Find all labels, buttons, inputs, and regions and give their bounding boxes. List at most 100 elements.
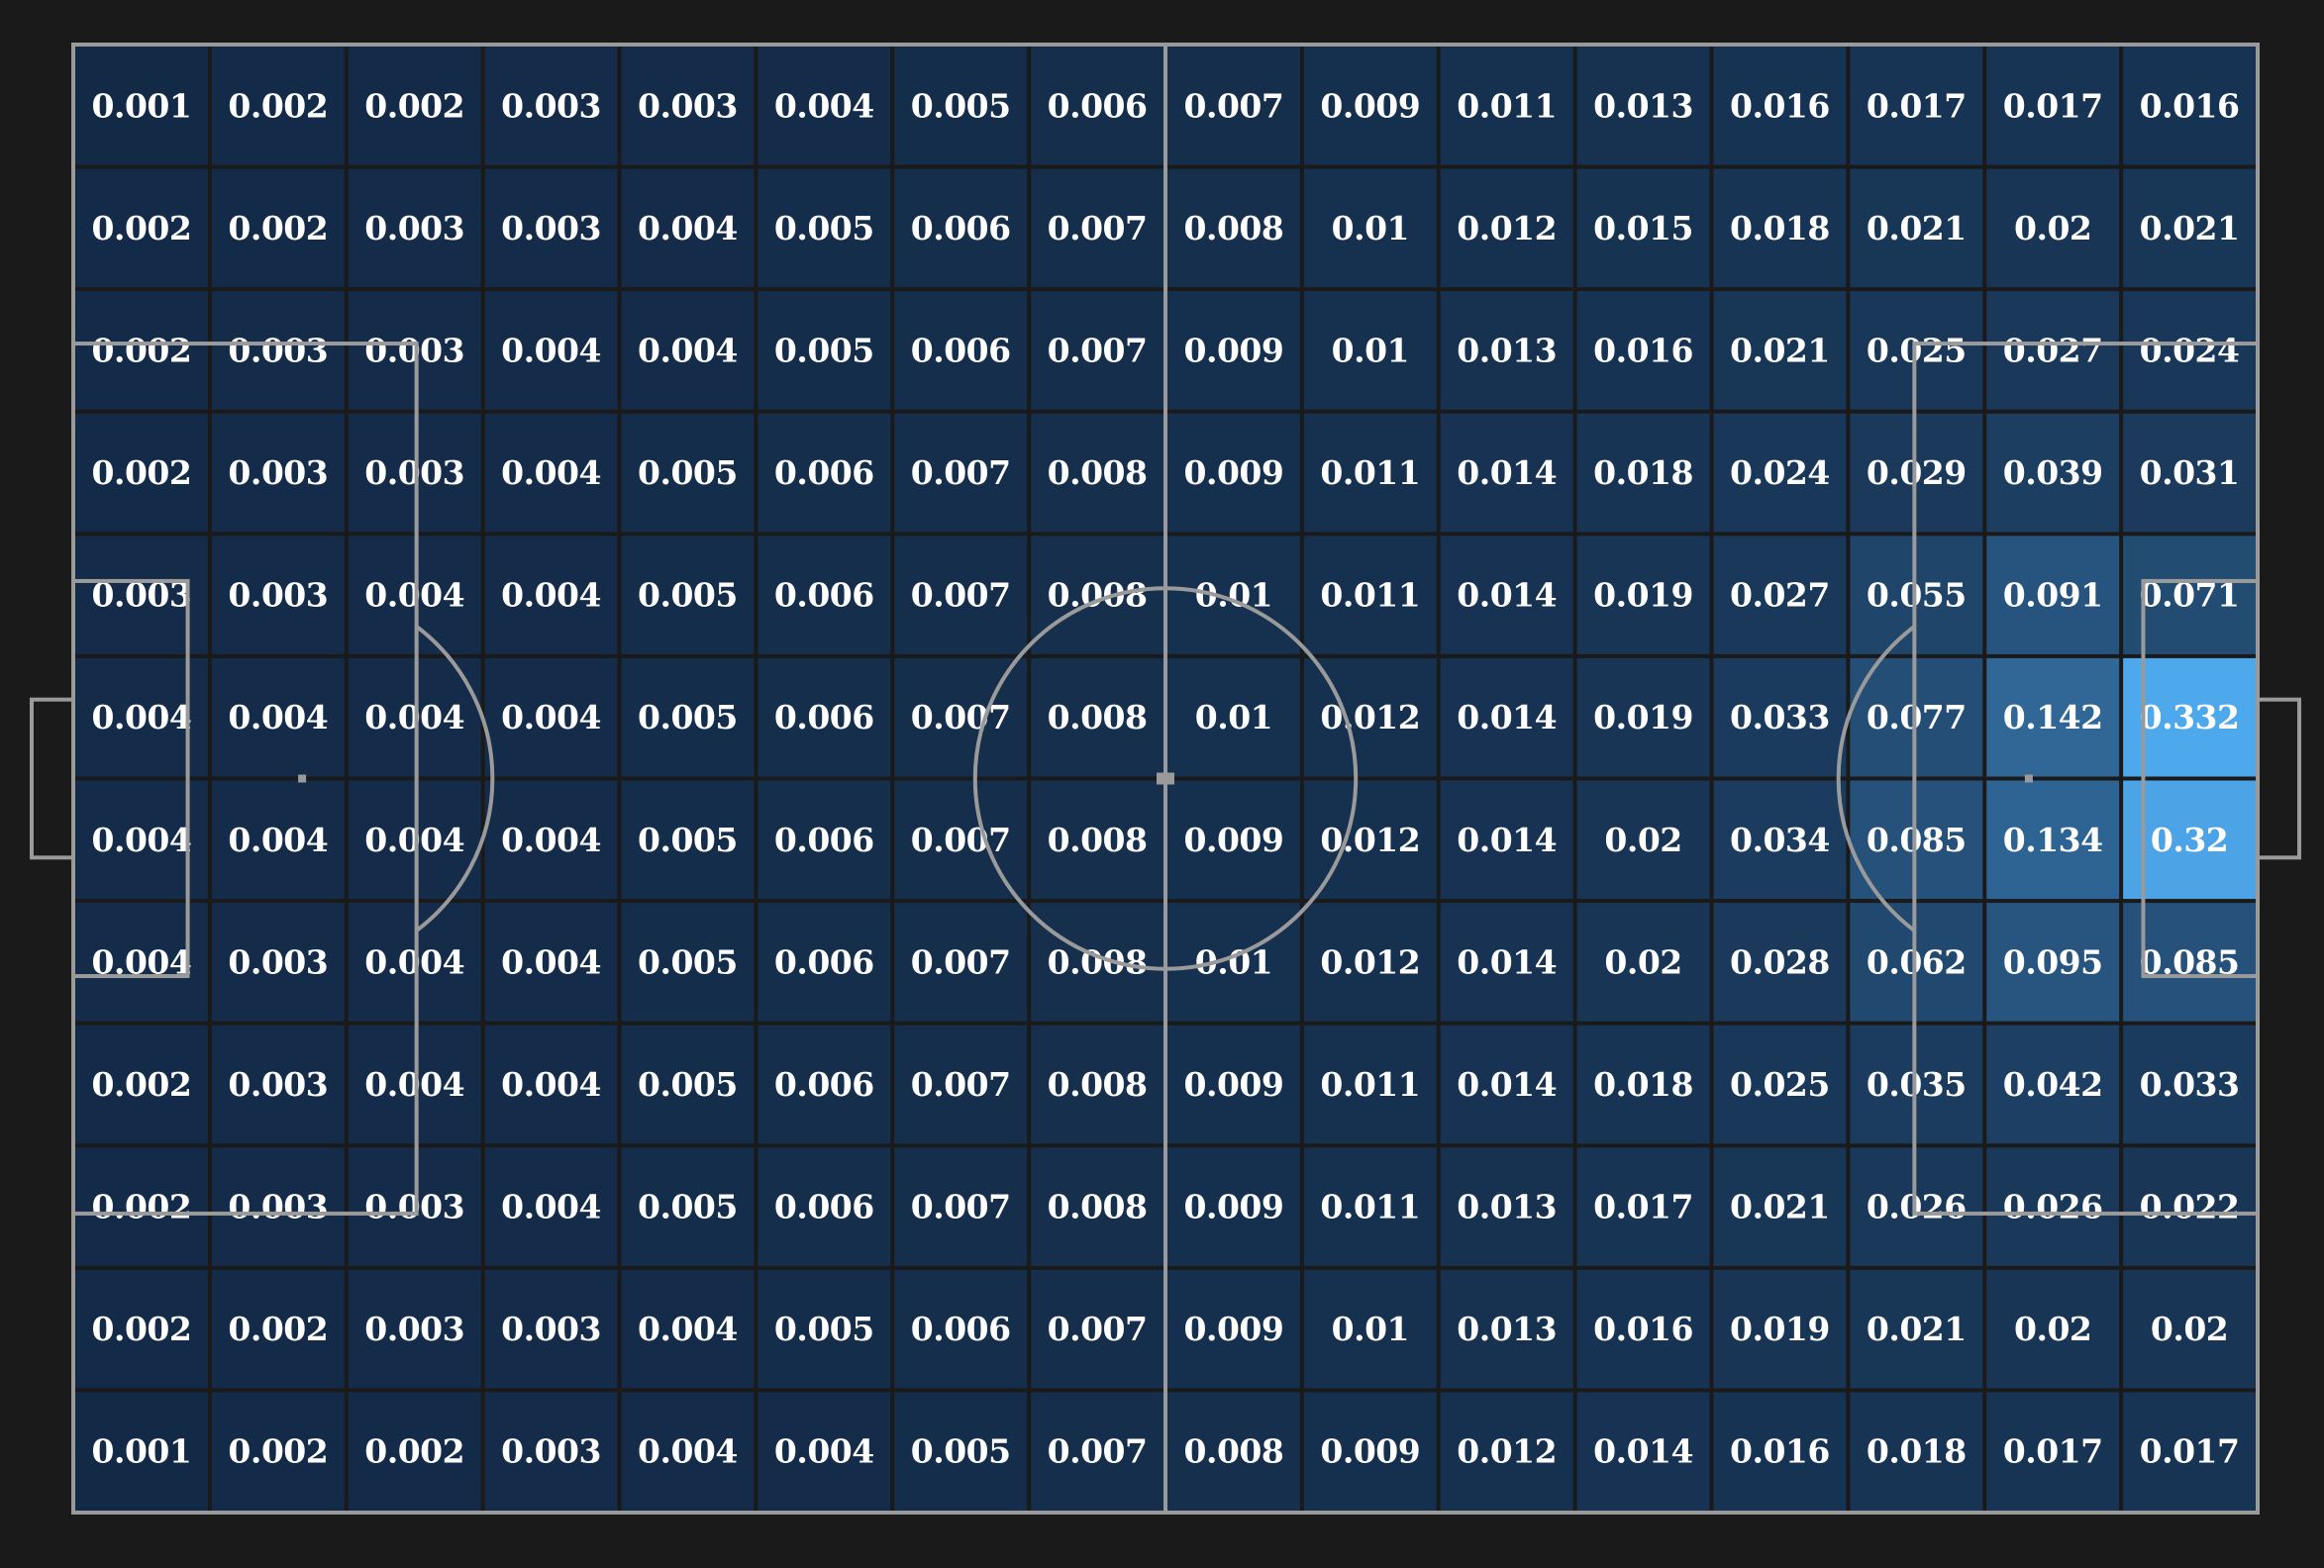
cell-value-label: 0.004 — [774, 86, 874, 125]
cell-value-label: 0.012 — [1457, 1432, 1557, 1471]
cell-value-label: 0.006 — [774, 453, 874, 492]
cell-value-label: 0.006 — [774, 942, 874, 981]
cell-value-label: 0.003 — [501, 1432, 601, 1471]
cell-value-label: 0.033 — [1730, 698, 1830, 736]
cell-value-label: 0.01 — [1332, 331, 1409, 369]
cell-value-label: 0.018 — [1593, 1065, 1693, 1104]
cell-value-label: 0.005 — [911, 1432, 1011, 1471]
cell-value-label: 0.091 — [2003, 576, 2103, 615]
cell-value-label: 0.003 — [228, 942, 328, 981]
cell-value-label: 0.003 — [228, 1188, 328, 1226]
cell-value-label: 0.02 — [2014, 209, 2091, 247]
cell-value-label: 0.004 — [92, 821, 192, 859]
cell-value-label: 0.018 — [1867, 1432, 1967, 1471]
cell-value-label: 0.002 — [228, 1432, 328, 1471]
cell-value-label: 0.003 — [364, 209, 464, 247]
cell-value-label: 0.016 — [2140, 86, 2240, 125]
cell-value-label: 0.013 — [1457, 331, 1557, 369]
cell-value-label: 0.005 — [638, 698, 738, 736]
cell-value-label: 0.32 — [2151, 821, 2228, 859]
cell-value-label: 0.009 — [1320, 86, 1420, 125]
cell-value-label: 0.005 — [638, 453, 738, 492]
cell-value-label: 0.003 — [501, 86, 601, 125]
cell-value-label: 0.003 — [228, 331, 328, 369]
cell-value-label: 0.004 — [501, 821, 601, 859]
cell-value-label: 0.022 — [2140, 1188, 2240, 1226]
cell-value-label: 0.009 — [1184, 1065, 1284, 1104]
cell-value-label: 0.017 — [1867, 86, 1967, 125]
cell-value-label: 0.003 — [228, 453, 328, 492]
cell-value-label: 0.019 — [1593, 576, 1693, 615]
cell-value-label: 0.006 — [774, 698, 874, 736]
cell-value-label: 0.017 — [2140, 1432, 2240, 1471]
cell-value-label: 0.009 — [1184, 331, 1284, 369]
cell-value-label: 0.002 — [92, 331, 192, 369]
cell-value-label: 0.039 — [2003, 453, 2103, 492]
cell-value-label: 0.009 — [1184, 1310, 1284, 1348]
cell-value-label: 0.019 — [1730, 1310, 1830, 1348]
cell-value-label: 0.003 — [228, 576, 328, 615]
cell-value-label: 0.005 — [638, 821, 738, 859]
cell-value-label: 0.017 — [1593, 1188, 1693, 1226]
cell-value-label: 0.005 — [638, 1188, 738, 1226]
cell-value-label: 0.012 — [1320, 698, 1420, 736]
cell-value-label: 0.028 — [1730, 942, 1830, 981]
cell-value-label: 0.002 — [228, 1310, 328, 1348]
cell-value-label: 0.011 — [1320, 576, 1420, 615]
cell-value-label: 0.002 — [92, 1065, 192, 1104]
cell-value-label: 0.012 — [1457, 209, 1557, 247]
cell-value-label: 0.007 — [911, 453, 1011, 492]
cell-value-label: 0.004 — [501, 453, 601, 492]
cell-value-label: 0.008 — [1048, 1188, 1148, 1226]
cell-value-label: 0.002 — [228, 86, 328, 125]
cell-value-label: 0.006 — [911, 331, 1011, 369]
cell-value-label: 0.006 — [774, 1188, 874, 1226]
cell-value-label: 0.02 — [1604, 821, 1681, 859]
cell-value-label: 0.007 — [1048, 1310, 1148, 1348]
cell-value-label: 0.017 — [2003, 1432, 2103, 1471]
cell-value-label: 0.006 — [911, 209, 1011, 247]
cell-value-label: 0.004 — [501, 698, 601, 736]
cell-value-label: 0.002 — [364, 86, 464, 125]
cell-value-label: 0.006 — [1048, 86, 1148, 125]
cell-value-label: 0.005 — [638, 942, 738, 981]
cell-value-label: 0.011 — [1320, 1065, 1420, 1104]
cell-value-label: 0.001 — [92, 1432, 192, 1471]
cell-value-label: 0.007 — [911, 576, 1011, 615]
cell-value-label: 0.014 — [1457, 698, 1557, 736]
cell-value-label: 0.016 — [1593, 1310, 1693, 1348]
cell-value-label: 0.042 — [2003, 1065, 2103, 1104]
cell-value-label: 0.007 — [911, 942, 1011, 981]
cell-value-label: 0.006 — [911, 1310, 1011, 1348]
cell-value-label: 0.02 — [2151, 1310, 2228, 1348]
cell-value-label: 0.011 — [1320, 453, 1420, 492]
cell-value-label: 0.024 — [1730, 453, 1830, 492]
center-spot — [1157, 772, 1174, 785]
cell-value-label: 0.034 — [1730, 821, 1830, 859]
cell-value-label: 0.004 — [228, 821, 328, 859]
cell-value-label: 0.025 — [1730, 1065, 1830, 1104]
cell-value-label: 0.004 — [228, 698, 328, 736]
cell-value-label: 0.007 — [1184, 86, 1284, 125]
cell-value-label: 0.011 — [1320, 1188, 1420, 1226]
cell-value-label: 0.008 — [1048, 576, 1148, 615]
cell-value-label: 0.002 — [92, 1310, 192, 1348]
cell-value-label: 0.004 — [501, 331, 601, 369]
cell-value-label: 0.02 — [2014, 1310, 2091, 1348]
cell-value-label: 0.014 — [1457, 821, 1557, 859]
cell-value-label: 0.027 — [2003, 331, 2103, 369]
cell-value-label: 0.015 — [1593, 209, 1693, 247]
cell-value-label: 0.004 — [774, 1432, 874, 1471]
cell-value-label: 0.017 — [2003, 86, 2103, 125]
cell-value-label: 0.004 — [501, 1065, 601, 1104]
cell-value-label: 0.027 — [1730, 576, 1830, 615]
cell-value-label: 0.004 — [501, 576, 601, 615]
cell-value-label: 0.005 — [774, 1310, 874, 1348]
cell-value-label: 0.007 — [1048, 1432, 1148, 1471]
cell-value-label: 0.009 — [1184, 821, 1284, 859]
cell-value-label: 0.021 — [2140, 209, 2240, 247]
cell-value-label: 0.004 — [638, 209, 738, 247]
cell-value-label: 0.01 — [1195, 698, 1272, 736]
cell-value-label: 0.031 — [2140, 453, 2240, 492]
cell-value-label: 0.008 — [1048, 942, 1148, 981]
